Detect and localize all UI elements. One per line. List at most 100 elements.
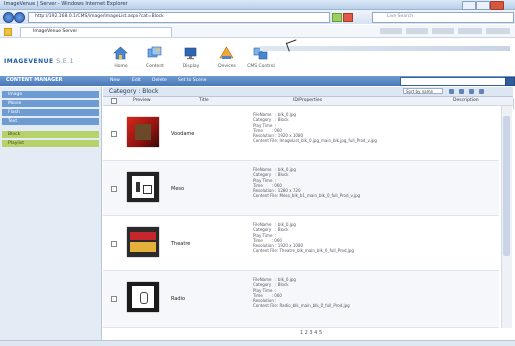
sidebar-item-movie[interactable]: Movie [2, 100, 99, 107]
category-title: Category : Block [109, 88, 159, 95]
nav-display-button[interactable]: Display [176, 44, 206, 72]
vertical-scrollbar[interactable] [501, 106, 512, 328]
sidebar-item-playlist[interactable]: Playlist [2, 140, 99, 147]
stop-icon[interactable] [343, 13, 353, 22]
thumbnail-box [143, 185, 152, 194]
sidebar-item-flash[interactable]: Flash [2, 109, 99, 116]
feeds-toolbar-button[interactable] [406, 28, 428, 34]
row-thumbnail[interactable] [127, 282, 159, 312]
thumbnail-screen [132, 176, 154, 198]
close-button[interactable] [490, 1, 504, 10]
table-row[interactable]: Voodame FileName : blk_0.jpg Category : … [103, 106, 499, 161]
row-thumbnail[interactable] [127, 227, 159, 257]
row-checkbox[interactable] [111, 186, 117, 192]
address-bar[interactable]: http://192.168.0.1/CMS/image/ImageList.a… [28, 12, 330, 23]
row-checkbox[interactable] [111, 296, 117, 302]
sidebar-item-block[interactable]: Block [2, 131, 99, 138]
content-icon [147, 46, 162, 58]
scrollbar-thumb[interactable] [503, 116, 510, 256]
select-all-checkbox[interactable] [111, 98, 117, 104]
sidebar-item-image[interactable]: Image [2, 91, 99, 98]
table-row[interactable]: Meso FileName : blk_0.jpg Category : Blo… [103, 161, 499, 216]
refresh-list-icon[interactable] [479, 89, 484, 94]
category-header: Category : Block Sort by name [103, 87, 513, 97]
set-to-scene-button[interactable]: Set to Scene [178, 78, 207, 84]
window-title-bar: ImageVenue | Server - Windows Internet E… [0, 0, 515, 10]
column-description: Description [453, 98, 479, 103]
prev-page-icon[interactable] [459, 89, 464, 94]
nav-home-button[interactable]: Home [106, 44, 136, 72]
row-title[interactable]: Radio [171, 296, 185, 302]
tools-toolbar-button[interactable] [486, 28, 510, 34]
browser-search-placeholder: Live Search [387, 14, 414, 19]
maximize-button[interactable] [476, 1, 490, 10]
sort-select[interactable]: Sort by name [403, 88, 443, 94]
next-page-icon[interactable] [469, 89, 474, 94]
row-thumbnail[interactable] [127, 117, 159, 147]
tab-row: ImageVenue Server [0, 25, 515, 38]
browser-status-bar [0, 340, 515, 346]
row-title[interactable]: Voodame [171, 131, 194, 137]
row-title[interactable]: Theatre [171, 241, 190, 247]
window-title: ImageVenue | Server - Windows Internet E… [4, 1, 128, 7]
thumbnail-bar [136, 182, 140, 192]
minimize-button[interactable] [462, 1, 476, 10]
edit-button[interactable]: Edit [132, 78, 141, 84]
table-row[interactable]: Theatre FileName : blk_0.jpg Category : … [103, 216, 499, 271]
thumbnail-screen [132, 286, 154, 308]
thumbnail-banner [130, 232, 156, 240]
back-icon[interactable] [3, 12, 14, 23]
content-search-input[interactable] [400, 77, 506, 86]
logo-text: IMAGEVENUE [4, 58, 54, 65]
thumbnail-figure [135, 124, 151, 140]
browser-tab-title: ImageVenue Server [33, 29, 78, 34]
content-manager-bar: CONTENT MANAGER New Edit Delete Set to S… [0, 76, 515, 86]
print-toolbar-button[interactable] [432, 28, 454, 34]
row-info: FileName : blk_0.jpg Category : Block Pl… [253, 277, 350, 309]
browser-search-input[interactable]: Live Search [372, 12, 514, 23]
sidebar-item-text[interactable]: Text [2, 118, 99, 125]
home-icon [113, 46, 128, 60]
row-title[interactable]: Meso [171, 186, 184, 192]
home-toolbar-button[interactable] [380, 28, 402, 34]
content-manager-label: CONTENT MANAGER [6, 77, 63, 83]
page-toolbar-button[interactable] [458, 28, 482, 34]
nav-devices-label: Devices [218, 64, 236, 69]
nav-display-label: Display [182, 64, 200, 69]
address-url: http://192.168.0.1/CMS/image/ImageList.a… [35, 14, 164, 19]
pagination[interactable]: 1 2 3 4 5 [281, 330, 341, 338]
column-header: Preview Title ID/Properties Description [103, 97, 513, 106]
row-info: FileName : blk_0.jpg Category : Block Pl… [253, 112, 377, 144]
logo-subtext: S.E.1 [56, 58, 74, 65]
nav-content-label: Content [146, 64, 164, 69]
row-info: FileName : blk_0.jpg Category : Block Pl… [253, 167, 361, 199]
address-row: http://192.168.0.1/CMS/image/ImageList.a… [0, 10, 515, 24]
app-logo: IMAGEVENUE S.E.1 [4, 58, 73, 66]
new-button[interactable]: New [110, 78, 120, 84]
content-search-button[interactable] [505, 77, 515, 86]
nav-home-label: Home [114, 64, 128, 69]
display-icon [184, 47, 197, 60]
delete-button[interactable]: Delete [152, 78, 167, 84]
column-preview: Preview [133, 98, 151, 103]
main-panel: Category : Block Sort by name Preview Ti… [103, 87, 513, 340]
nav-cms-control-label: CMS Control [247, 64, 275, 69]
sidebar: Image Movie Flash Text Block Playlist [0, 87, 102, 340]
row-info: FileName : blk_0.jpg Category : Block Pl… [253, 222, 354, 254]
microphone-icon [140, 292, 148, 304]
nav-content-button[interactable]: Content [140, 44, 170, 72]
table-row[interactable]: Radio FileName : blk_0.jpg Category : Bl… [103, 271, 499, 328]
forward-icon[interactable] [14, 12, 25, 23]
refresh-icon[interactable] [332, 13, 342, 22]
thumbnail-stage [130, 242, 156, 252]
column-properties: ID/Properties [293, 98, 323, 103]
row-checkbox[interactable] [111, 131, 117, 137]
view-list-icon[interactable] [449, 89, 454, 94]
row-thumbnail[interactable] [127, 172, 159, 202]
row-checkbox[interactable] [111, 241, 117, 247]
column-title: Title [199, 98, 209, 103]
browser-tab[interactable]: ImageVenue Server [20, 27, 172, 37]
nav-devices-button[interactable]: Devices [212, 44, 242, 72]
favorites-star-icon[interactable] [4, 28, 12, 36]
devices-icon [219, 46, 234, 59]
